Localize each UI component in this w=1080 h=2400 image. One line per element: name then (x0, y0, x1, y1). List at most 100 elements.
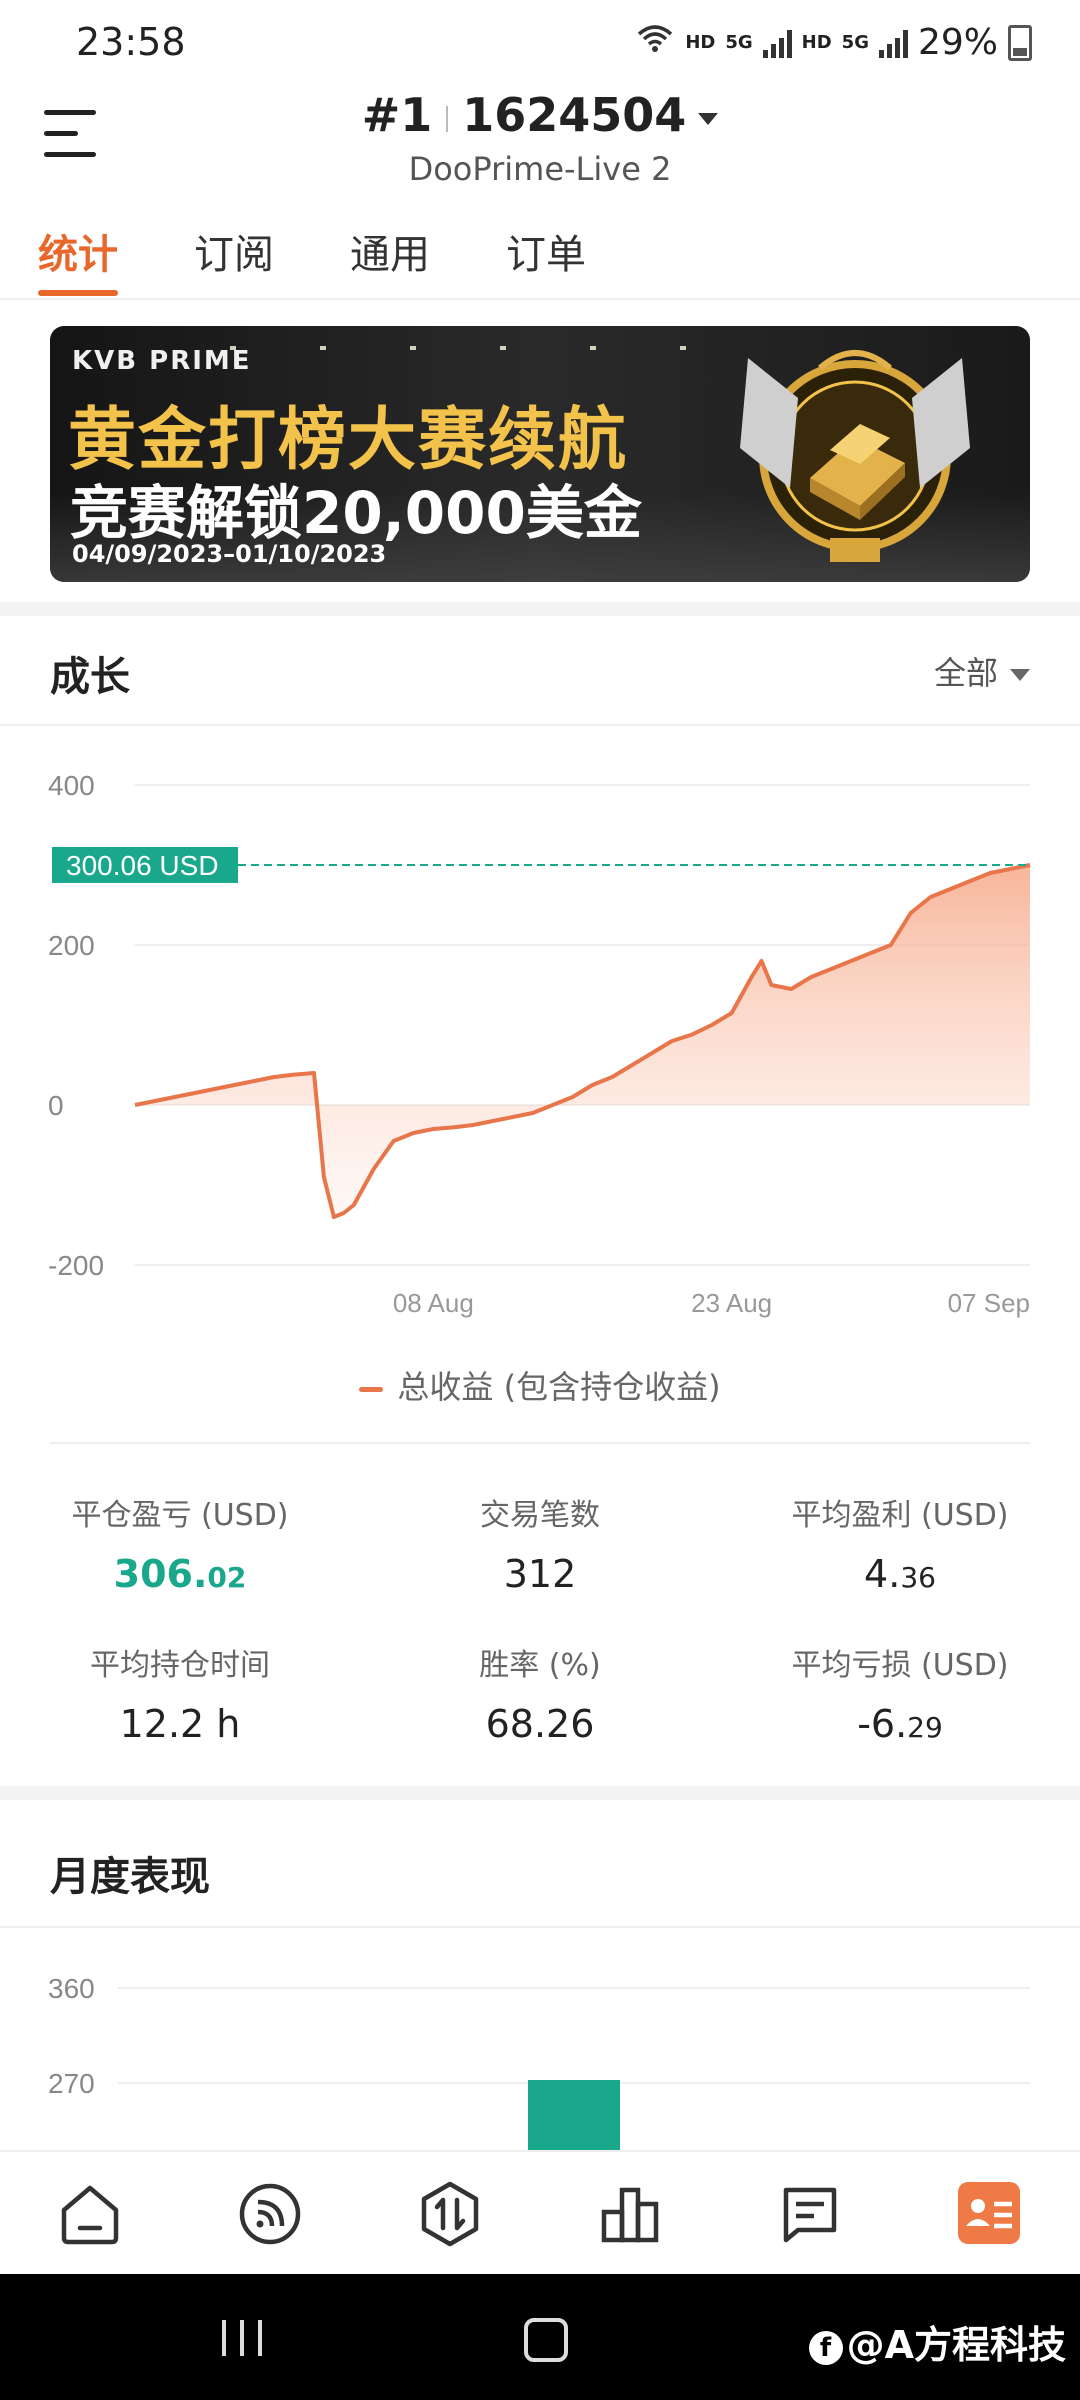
signal-icon[interactable] (236, 2180, 304, 2248)
y-tick-label: 400 (48, 770, 95, 801)
stat-label: 平仓盈亏 (USD) (71, 1498, 289, 1533)
stat-value-frac: 36 (900, 1561, 936, 1594)
chevron-down-icon (1010, 669, 1030, 681)
y-tick-label: -200 (48, 1250, 104, 1281)
growth-area (135, 865, 1030, 1217)
current-value-label: 300.06 USD (66, 850, 219, 881)
section-gap (0, 602, 1080, 616)
tab-general[interactable]: 通用 (350, 222, 430, 280)
stat-label: 平均亏损 (USD) (791, 1648, 1009, 1683)
stat-value: 4.36 (720, 1552, 1080, 1596)
banner-lights (230, 346, 750, 350)
stat-value: 306.02 (0, 1552, 360, 1596)
watermark-text: @A方程科技 (846, 2323, 1066, 2367)
chart-legend: 总收益 (包含持仓收益) (0, 1362, 1080, 1408)
tab-statistics[interactable]: 统计 (38, 222, 118, 280)
stat-value-int: 68.26 (485, 1702, 595, 1746)
banner-brand: KVB PRIME (72, 346, 252, 376)
range-filter-value: 全部 (933, 654, 998, 692)
server-name: DooPrime-Live 2 (408, 150, 672, 188)
section-gap (0, 1786, 1080, 1800)
divider (446, 105, 449, 132)
divider (0, 724, 1080, 726)
status-bar: 23:58 HD 5G HD 5G 29% (0, 0, 1080, 88)
chevron-down-icon (698, 112, 719, 125)
home-button-icon[interactable] (524, 2318, 568, 2362)
y-tick-label: 0 (48, 1090, 64, 1121)
stat-value-frac: 02 (207, 1561, 247, 1594)
stat-value-int: 12.2 h (119, 1702, 241, 1746)
stat-avg-profit: 平均盈利 (USD) 4.36 (720, 1490, 1080, 1596)
tab-active-indicator (38, 290, 118, 296)
wifi-icon (635, 22, 675, 63)
stat-label: 胜率 (%) (479, 1648, 601, 1683)
stat-avg-hold-time: 平均持仓时间 12.2 h (0, 1640, 360, 1746)
signal-bars-icon (762, 28, 792, 58)
message-icon[interactable] (776, 2180, 844, 2248)
profile-icon[interactable] (958, 2182, 1020, 2244)
growth-chart-svg: 400 200 0 -200 08 Aug 23 Aug 07 Sep 300.06 US… (48, 770, 1031, 1318)
stat-value: -6.29 (720, 1702, 1080, 1746)
stat-avg-loss: 平均亏损 (USD) -6.29 (720, 1640, 1080, 1746)
system-nav-bar: f @A方程科技 (0, 2274, 1080, 2400)
account-rank: #1 (361, 88, 433, 142)
watermark: f @A方程科技 (808, 2314, 1066, 2369)
y-tick-label: 270 (48, 2068, 95, 2099)
banner-subtitle: 竞赛解锁20,000美金 (70, 479, 642, 547)
hd-label-1: HD (685, 32, 716, 53)
account-selector[interactable]: #1 1624504 (0, 88, 1080, 142)
network-label-1: 5G (725, 32, 753, 53)
signal-bars-icon (878, 28, 908, 58)
monthly-bar[interactable] (528, 2080, 620, 2150)
stat-value: 312 (360, 1552, 720, 1596)
legend-swatch (359, 1386, 384, 1392)
stat-value-int: 306. (113, 1552, 208, 1596)
stat-value: 68.26 (360, 1702, 720, 1746)
y-tick-label: 200 (48, 930, 95, 961)
tab-bar: 统计 订阅 通用 订单 (0, 212, 1080, 300)
battery-icon (1008, 24, 1032, 61)
bottom-nav (0, 2150, 1080, 2276)
stat-value-int: 312 (503, 1552, 577, 1596)
battery-percent: 29% (917, 22, 998, 63)
account-id: 1624504 (462, 88, 687, 142)
trophy-icon (740, 350, 970, 562)
home-icon[interactable] (56, 2180, 124, 2248)
monthly-title: 月度表现 (50, 1854, 210, 1900)
stat-label: 平均持仓时间 (90, 1648, 270, 1683)
range-filter[interactable]: 全部 (934, 648, 1030, 694)
stat-value-frac: 29 (907, 1711, 943, 1744)
stat-trade-count: 交易笔数 312 (360, 1490, 720, 1596)
stat-win-rate: 胜率 (%) 68.26 (360, 1640, 720, 1746)
trade-icon[interactable] (416, 2180, 484, 2248)
x-tick-label: 07 Sep (948, 1288, 1030, 1318)
stat-closed-pnl: 平仓盈亏 (USD) 306.02 (0, 1490, 360, 1596)
status-icons: HD 5G HD 5G 29% (635, 22, 1032, 63)
x-tick-label: 08 Aug (393, 1288, 474, 1318)
app-header: #1 1624504 DooPrime-Live 2 (0, 88, 1080, 198)
promo-banner[interactable]: KVB PRIME 黄金打榜大赛续航 竞赛解锁20,000美金 04/09/20… (50, 326, 1030, 582)
stat-value: 12.2 h (0, 1702, 360, 1746)
legend-label: 总收益 (包含持仓收益) (397, 1368, 721, 1406)
stat-label: 平均盈利 (USD) (791, 1498, 1009, 1533)
tab-subscribe[interactable]: 订阅 (194, 222, 274, 280)
network-label-2: 5G (841, 32, 869, 53)
hd-label-2: HD (801, 32, 832, 53)
tab-orders[interactable]: 订单 (506, 222, 586, 280)
status-time: 23:58 (76, 20, 186, 64)
y-tick-label: 360 (48, 1973, 95, 2004)
recent-apps-icon[interactable] (222, 2320, 262, 2356)
growth-title: 成长 (50, 654, 130, 700)
ranking-icon[interactable] (596, 2180, 664, 2248)
monthly-chart[interactable]: 360 270 (0, 1940, 1080, 2150)
watermark-logo-icon: f (808, 2330, 843, 2365)
banner-dates: 04/09/2023–01/10/2023 (72, 540, 387, 568)
monthly-chart-svg: 360 270 (48, 1973, 1030, 2150)
x-tick-label: 23 Aug (691, 1288, 772, 1318)
divider (50, 1442, 1030, 1444)
stat-value-int: 4. (864, 1552, 901, 1596)
stat-value-int: -6. (857, 1702, 908, 1746)
divider (0, 1926, 1080, 1928)
stat-label: 交易笔数 (480, 1498, 600, 1533)
growth-chart[interactable]: 400 200 0 -200 08 Aug 23 Aug 07 Sep 300.06 US… (0, 740, 1080, 1340)
